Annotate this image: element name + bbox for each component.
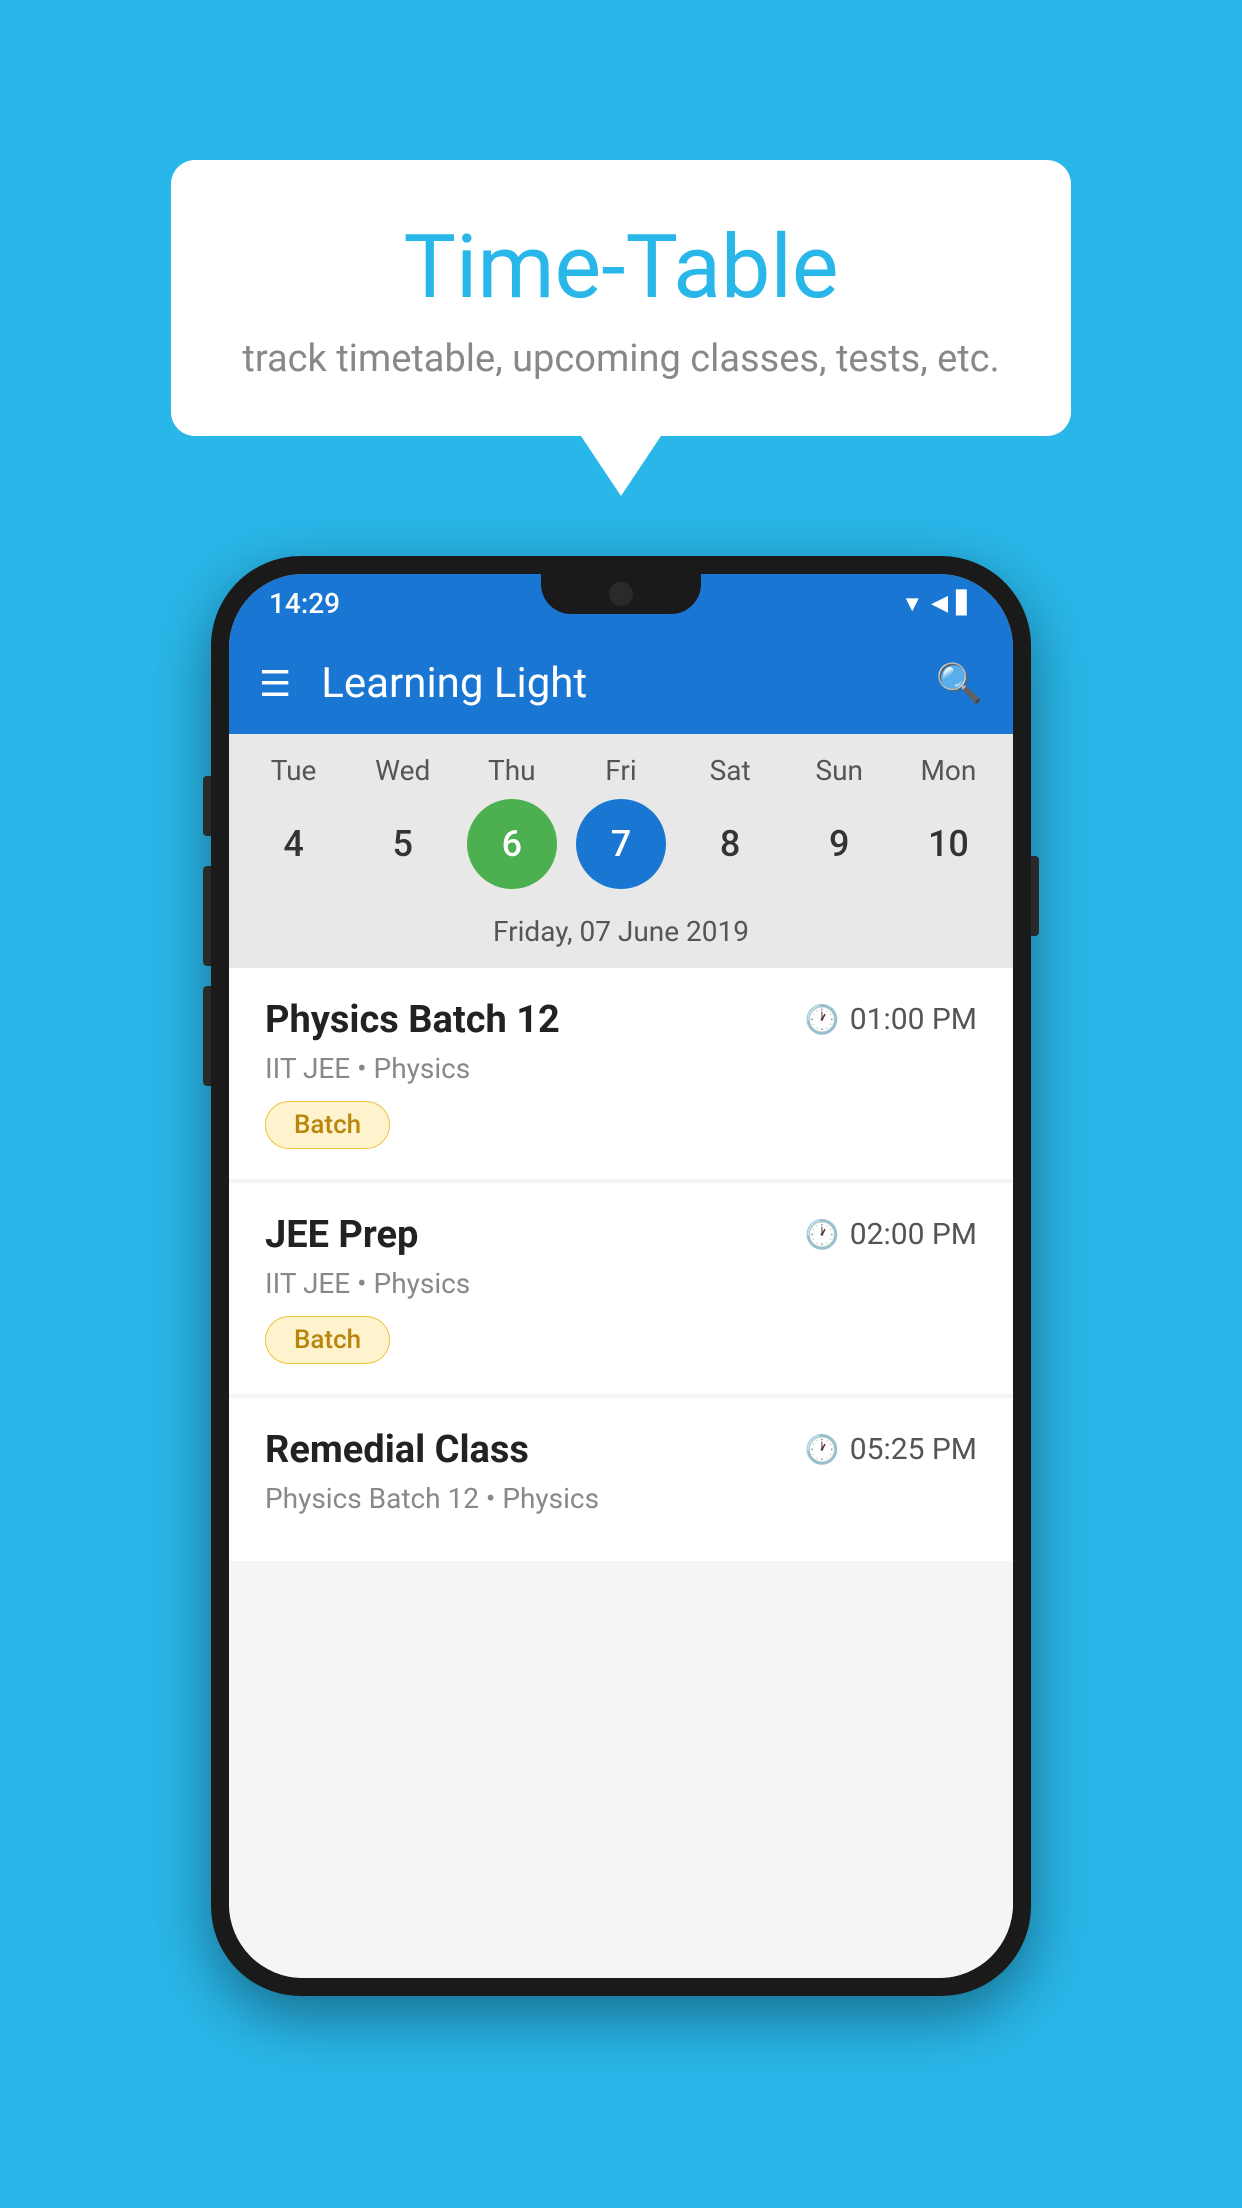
clock-icon-2: 🕐 [805,1218,840,1251]
calendar-strip: Tue Wed Thu Fri Sat Sun Mon 4 5 6 7 8 9 … [229,734,1013,968]
batch-tag-1: Batch [265,1101,390,1149]
hamburger-icon[interactable]: ☰ [259,666,291,702]
schedule-item-3-header: Remedial Class 🕐 05:25 PM [265,1428,977,1472]
day-8[interactable]: 8 [685,799,775,889]
day-4[interactable]: 4 [249,799,339,889]
signal-icon: ◀ [931,591,948,616]
schedule-item-2[interactable]: JEE Prep 🕐 02:00 PM IIT JEE • Physics Ba… [229,1183,1013,1394]
clock-icon-3: 🕐 [805,1433,840,1466]
schedule-item-3[interactable]: Remedial Class 🕐 05:25 PM Physics Batch … [229,1398,1013,1561]
camera [609,582,633,606]
speech-bubble-container: Time-Table track timetable, upcoming cla… [171,160,1071,496]
app-title: Learning Light [321,659,935,708]
speech-bubble: Time-Table track timetable, upcoming cla… [171,160,1071,436]
day-header-sun: Sun [789,754,889,787]
phone-screen: 14:29 ▼ ◀ ▋ ☰ Learning Light 🔍 Tue Wed T… [229,574,1013,1978]
day-10[interactable]: 10 [903,799,993,889]
day-7-selected[interactable]: 7 [576,799,666,889]
bubble-subtitle: track timetable, upcoming classes, tests… [231,337,1011,381]
phone-mockup: 14:29 ▼ ◀ ▋ ☰ Learning Light 🔍 Tue Wed T… [211,556,1031,1996]
schedule-item-1-header: Physics Batch 12 🕐 01:00 PM [265,998,977,1042]
schedule-time-1: 🕐 01:00 PM [805,1002,977,1037]
day-header-mon: Mon [898,754,998,787]
schedule-subtitle-1: IIT JEE • Physics [265,1052,977,1085]
wifi-icon: ▼ [901,591,923,617]
selected-date-label: Friday, 07 June 2019 [229,905,1013,968]
day-header-tue: Tue [244,754,344,787]
battery-icon: ▋ [956,591,973,616]
clock-icon-1: 🕐 [805,1003,840,1036]
schedule-time-2: 🕐 02:00 PM [805,1217,977,1252]
notch [541,574,701,614]
day-6-today[interactable]: 6 [467,799,557,889]
schedule-title-3: Remedial Class [265,1428,529,1472]
schedule-title-1: Physics Batch 12 [265,998,560,1042]
app-bar: ☰ Learning Light 🔍 [229,634,1013,734]
bubble-title: Time-Table [231,220,1011,317]
day-header-thu: Thu [462,754,562,787]
phone-outer: 14:29 ▼ ◀ ▋ ☰ Learning Light 🔍 Tue Wed T… [211,556,1031,1996]
day-5[interactable]: 5 [358,799,448,889]
status-time: 14:29 [269,587,340,620]
schedule-item-2-header: JEE Prep 🕐 02:00 PM [265,1213,977,1257]
day-numbers: 4 5 6 7 8 9 10 [229,799,1013,889]
schedule-list: Physics Batch 12 🕐 01:00 PM IIT JEE • Ph… [229,968,1013,1978]
schedule-subtitle-2: IIT JEE • Physics [265,1267,977,1300]
day-9[interactable]: 9 [794,799,884,889]
day-header-sat: Sat [680,754,780,787]
schedule-time-3: 🕐 05:25 PM [805,1432,977,1467]
schedule-subtitle-3: Physics Batch 12 • Physics [265,1482,977,1515]
day-header-wed: Wed [353,754,453,787]
schedule-item-1[interactable]: Physics Batch 12 🕐 01:00 PM IIT JEE • Ph… [229,968,1013,1179]
status-icons: ▼ ◀ ▋ [901,591,973,617]
day-headers: Tue Wed Thu Fri Sat Sun Mon [229,754,1013,787]
day-header-fri: Fri [571,754,671,787]
batch-tag-2: Batch [265,1316,390,1364]
search-icon[interactable]: 🔍 [936,662,983,706]
schedule-title-2: JEE Prep [265,1213,418,1257]
bubble-tail [581,436,661,496]
